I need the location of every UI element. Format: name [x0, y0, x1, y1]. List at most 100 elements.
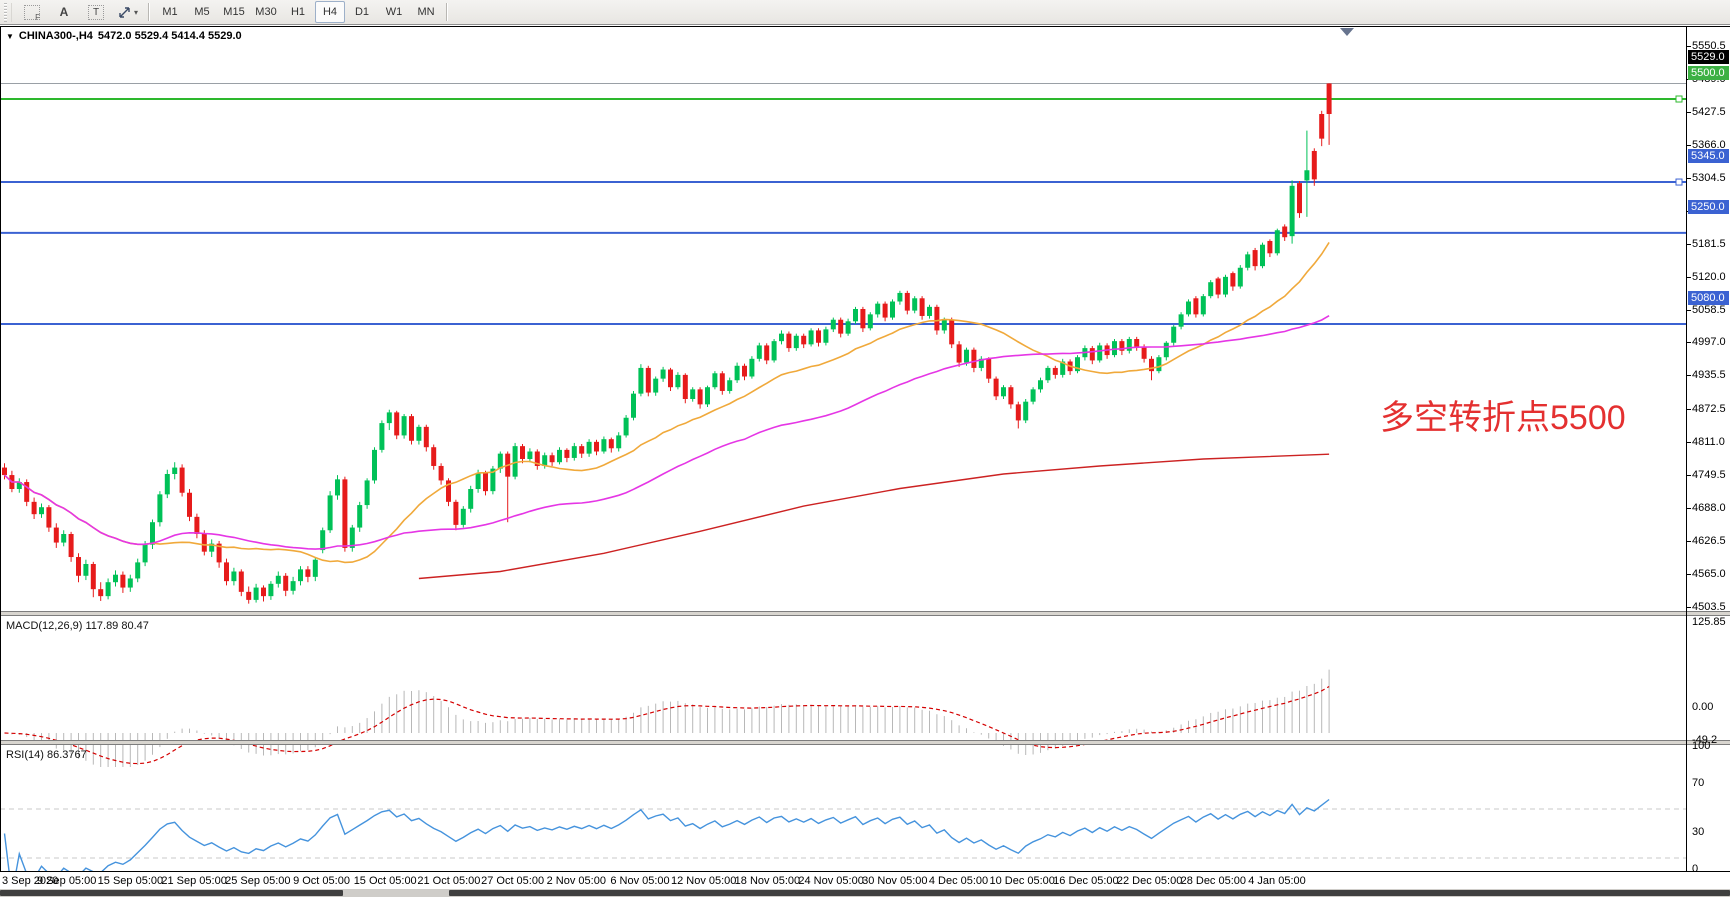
pane-separator[interactable] — [0, 611, 1730, 616]
time-tick-label: 4 Dec 05:00 — [929, 875, 988, 887]
price-axis: 5550.55489.05427.55366.05304.55243.05181… — [1687, 26, 1730, 871]
tick-mark — [1687, 442, 1691, 443]
price-tick-label: 5427.5 — [1692, 106, 1726, 118]
tick-mark — [1687, 178, 1691, 179]
time-tick-label: 6 Nov 05:00 — [610, 875, 669, 887]
time-tick-label: 18 Nov 05:00 — [735, 875, 800, 887]
chevron-down-icon: ▾ — [134, 8, 138, 17]
price-tick-label: 4688.0 — [1692, 502, 1726, 514]
chart-title[interactable]: ▼ CHINA300-,H4 5472.0 5529.4 5414.4 5529… — [6, 30, 242, 42]
chart-frame-line — [0, 26, 1730, 27]
timeframe-button-w1[interactable]: W1 — [379, 1, 409, 23]
tick-mark — [1687, 375, 1691, 376]
rsi-axis-label: 70 — [1692, 777, 1704, 789]
timeframe-button-h4[interactable]: H4 — [315, 1, 345, 23]
time-tick-label: 9 Sep 05:00 — [37, 875, 96, 887]
time-tick-label: 10 Dec 05:00 — [989, 875, 1054, 887]
tick-mark — [1687, 145, 1691, 146]
tick-mark — [1687, 541, 1691, 542]
chart-frame-line — [0, 871, 1730, 872]
horizontal-scrollbar[interactable] — [0, 889, 1730, 897]
timeframe-button-h1[interactable]: H1 — [283, 1, 313, 23]
toolbar-separator — [148, 3, 150, 21]
time-tick-label: 22 Dec 05:00 — [1117, 875, 1182, 887]
time-tick-label: 15 Oct 05:00 — [354, 875, 417, 887]
price-tick-label: 4565.0 — [1692, 568, 1726, 580]
frame-tool-button[interactable]: F — [17, 1, 47, 23]
timeframe-button-m5[interactable]: M5 — [187, 1, 217, 23]
symbol-timeframe-label: CHINA300-,H4 — [19, 30, 93, 42]
text-label-tool-button[interactable]: A — [49, 1, 79, 23]
price-tick-label: 5181.5 — [1692, 238, 1726, 250]
time-tick-label: 15 Sep 05:00 — [98, 875, 163, 887]
price-tick-label: 4626.5 — [1692, 535, 1726, 547]
ohlc-quote-label: 5472.0 5529.4 5414.4 5529.0 — [98, 30, 242, 42]
timeframe-button-m15[interactable]: M15 — [219, 1, 249, 23]
tick-mark — [1687, 607, 1691, 608]
time-tick-label: 25 Sep 05:00 — [225, 875, 290, 887]
time-tick-label: 21 Sep 05:00 — [161, 875, 226, 887]
tick-mark — [1687, 475, 1691, 476]
time-tick-label: 4 Jan 05:00 — [1248, 875, 1306, 887]
tick-mark — [1687, 46, 1691, 47]
time-tick-label: 24 Nov 05:00 — [798, 875, 863, 887]
text-label-tool-icon: A — [60, 5, 69, 19]
price-level-badge-5500.0: 5500.0 — [1688, 66, 1729, 80]
macd-axis-label: 125.85 — [1692, 616, 1726, 628]
price-tick-label: 4811.0 — [1692, 436, 1725, 448]
tick-mark — [1687, 244, 1691, 245]
tick-mark — [1687, 508, 1691, 509]
time-tick-label: 28 Dec 05:00 — [1181, 875, 1246, 887]
current-price-badge: 5529.0 — [1688, 50, 1729, 64]
time-axis: 3 Sep 20209 Sep 05:0015 Sep 05:0021 Sep … — [0, 872, 1730, 889]
scrollbar-thumb[interactable] — [0, 890, 343, 896]
rsi-axis-label: 100 — [1692, 740, 1710, 752]
price-tick-label: 5304.5 — [1692, 172, 1726, 184]
time-tick-label: 30 Nov 05:00 — [862, 875, 927, 887]
timeframe-button-m1[interactable]: M1 — [155, 1, 185, 23]
rsi-indicator-label: RSI(14) 86.3767 — [6, 749, 87, 761]
cursor-tool-button[interactable]: ▾ — [113, 1, 143, 23]
scrollbar-thumb[interactable] — [449, 890, 1730, 896]
price-tick-label: 5058.5 — [1692, 304, 1726, 316]
macd-pane — [0, 642, 1687, 767]
toolbar-separator — [446, 3, 448, 21]
macd-axis-label: 0.00 — [1692, 701, 1713, 713]
rsi-axis-label: 30 — [1692, 826, 1704, 838]
price-tick-label: 4749.5 — [1692, 469, 1726, 481]
timeframe-button-d1[interactable]: D1 — [347, 1, 377, 23]
tick-mark — [1687, 574, 1691, 575]
tick-mark — [1687, 277, 1691, 278]
main-price-pane — [0, 52, 1687, 638]
tick-mark — [1687, 112, 1691, 113]
price-level-badge-5250.0: 5250.0 — [1688, 200, 1729, 214]
chart-annotation-text: 多空转折点5500 — [1380, 390, 1626, 439]
symbol-dropdown-icon[interactable]: ▼ — [6, 32, 14, 41]
chart-shift-marker[interactable] — [1340, 28, 1354, 36]
price-tick-label: 5120.0 — [1692, 271, 1726, 283]
chart-frame-line — [0, 26, 1, 871]
tick-mark — [1687, 310, 1691, 311]
time-tick-label: 2 Nov 05:00 — [547, 875, 606, 887]
price-level-badge-5080.0: 5080.0 — [1688, 291, 1729, 305]
toolbar: F A T ▾ M1M5M15M30H1H4D1W1MN — [0, 0, 1730, 25]
chart-frame-line — [1686, 26, 1687, 872]
time-tick-label: 27 Oct 05:00 — [481, 875, 544, 887]
timeframe-button-mn[interactable]: MN — [411, 1, 441, 23]
toolbar-grip[interactable] — [2, 3, 12, 22]
time-tick-label: 16 Dec 05:00 — [1053, 875, 1118, 887]
time-tick-label: 12 Nov 05:00 — [671, 875, 736, 887]
tick-mark — [1687, 342, 1691, 343]
price-tick-label: 4872.5 — [1692, 403, 1726, 415]
timeframe-button-m30[interactable]: M30 — [251, 1, 281, 23]
text-tool-icon: T — [88, 5, 104, 20]
frame-tool-icon: F — [24, 5, 40, 20]
text-tool-button[interactable]: T — [81, 1, 111, 23]
chart-area — [0, 26, 1730, 897]
price-tick-label: 4997.0 — [1692, 336, 1726, 348]
price-level-badge-5345.0: 5345.0 — [1688, 149, 1729, 163]
price-tick-label: 4503.5 — [1692, 601, 1726, 613]
pane-separator[interactable] — [0, 740, 1730, 745]
tick-mark — [1687, 409, 1691, 410]
macd-indicator-label: MACD(12,26,9) 117.89 80.47 — [6, 620, 149, 632]
